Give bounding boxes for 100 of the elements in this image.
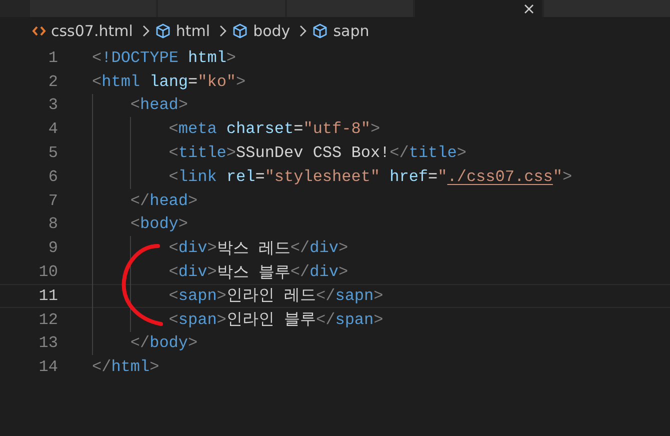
line-number: 5 bbox=[47, 144, 58, 162]
code-bracket: > bbox=[188, 192, 198, 210]
code-tag: sapn bbox=[178, 286, 217, 305]
code-tag: head bbox=[150, 192, 188, 210]
code-tag: div bbox=[310, 239, 338, 258]
code-tag: meta bbox=[178, 120, 217, 138]
code-bracket: </ bbox=[290, 263, 310, 282]
line-number: 10 bbox=[38, 263, 58, 282]
code-tag: title bbox=[408, 144, 457, 162]
code-text: 인라인 블루 bbox=[226, 310, 316, 330]
code-bracket: </ bbox=[316, 286, 336, 305]
code-bracket: < bbox=[168, 239, 178, 258]
code-tag: !DOCTYPE bbox=[102, 48, 178, 67]
cube-icon bbox=[232, 23, 248, 39]
chevron-right-icon bbox=[142, 25, 150, 37]
code-bracket: </ bbox=[130, 334, 150, 352]
code-attribute: rel bbox=[226, 168, 256, 186]
code-text: = bbox=[188, 72, 198, 91]
code-string: "ko" bbox=[198, 72, 236, 91]
line-number: 4 bbox=[47, 120, 58, 138]
code-bracket: > bbox=[370, 120, 380, 138]
line-number: 7 bbox=[47, 192, 58, 210]
line-number: 12 bbox=[38, 310, 58, 329]
code-bracket: < bbox=[168, 286, 178, 305]
code-tag: div bbox=[178, 263, 208, 282]
line-number: 13 bbox=[38, 334, 58, 352]
code-bracket: > bbox=[562, 168, 572, 186]
breadcrumb-item[interactable]: css07.html bbox=[51, 22, 133, 40]
code-text: 박스 블루 bbox=[216, 262, 290, 283]
code-string: "utf-8" bbox=[303, 120, 370, 138]
code-text: = bbox=[428, 168, 438, 186]
code-tag: html bbox=[111, 358, 150, 376]
code-bracket: </ bbox=[290, 239, 310, 258]
code-bracket: </ bbox=[390, 144, 409, 162]
chevron-right-icon bbox=[299, 25, 308, 37]
code-attribute: href bbox=[390, 168, 428, 186]
code-tag: body bbox=[150, 334, 188, 352]
code-bracket: < bbox=[168, 310, 178, 329]
code-bracket: > bbox=[374, 310, 384, 329]
code-bracket: < bbox=[168, 168, 178, 186]
code-bracket: < bbox=[168, 120, 178, 138]
line-number: 2 bbox=[47, 72, 58, 91]
code-tag: title bbox=[178, 144, 226, 162]
code-link[interactable]: ./css07.css bbox=[447, 168, 553, 186]
code-attribute: html bbox=[188, 48, 226, 67]
code-bracket: > bbox=[338, 239, 348, 258]
code-bracket: > bbox=[226, 48, 236, 67]
code-tag: head bbox=[140, 96, 178, 114]
code-text: 박스 레드 bbox=[216, 238, 290, 259]
code-bracket: < bbox=[92, 48, 102, 67]
code-bracket: > bbox=[456, 144, 466, 162]
code-bracket: > bbox=[374, 286, 384, 305]
code-tag: div bbox=[178, 239, 208, 258]
code-bracket: > bbox=[236, 72, 246, 91]
code-attribute: charset bbox=[226, 120, 294, 138]
line-number: 6 bbox=[47, 168, 58, 186]
code-tag: div bbox=[310, 263, 338, 282]
code-text: = bbox=[294, 120, 304, 138]
code-bracket: > bbox=[178, 96, 188, 114]
code-bracket: < bbox=[92, 72, 102, 91]
line-number: 1 bbox=[47, 48, 58, 67]
breadcrumb-item[interactable]: sapn bbox=[333, 22, 370, 40]
line-number: 11 bbox=[38, 286, 58, 305]
code-bracket: > bbox=[178, 215, 188, 234]
code-bracket: </ bbox=[316, 310, 336, 329]
code-string: "stylesheet" bbox=[264, 168, 380, 186]
code-text: 인라인 레드 bbox=[226, 286, 316, 306]
code-string: " bbox=[552, 168, 562, 186]
code-bracket: > bbox=[216, 286, 226, 305]
line-number: 14 bbox=[38, 358, 58, 376]
code-bracket: > bbox=[207, 263, 217, 282]
code-bracket: > bbox=[216, 310, 226, 329]
code-bracket: </ bbox=[92, 358, 112, 376]
code-text: = bbox=[255, 168, 265, 186]
code-bracket: < bbox=[168, 144, 178, 162]
code-attribute: lang bbox=[150, 72, 188, 91]
breadcrumb-item[interactable]: html bbox=[176, 22, 210, 40]
code-bracket: < bbox=[130, 215, 140, 234]
chevron-right-icon bbox=[219, 25, 228, 37]
code-bracket: </ bbox=[130, 192, 150, 210]
code-bracket: > bbox=[188, 334, 198, 352]
code-text: SSunDev CSS Box! bbox=[236, 144, 390, 162]
cube-icon bbox=[154, 23, 171, 39]
code-bracket: < bbox=[130, 96, 140, 114]
code-tag: span bbox=[335, 310, 374, 329]
code-tag: link bbox=[178, 168, 217, 186]
code-file-icon bbox=[32, 25, 46, 37]
line-number: 9 bbox=[47, 239, 58, 258]
breadcrumb-item[interactable]: body bbox=[253, 22, 290, 40]
code-tag: sapn bbox=[335, 286, 374, 305]
code-tag: span bbox=[178, 310, 217, 329]
code-bracket: > bbox=[207, 239, 217, 258]
cube-icon bbox=[312, 23, 328, 39]
line-number: 8 bbox=[47, 215, 58, 234]
code-bracket: > bbox=[226, 144, 236, 162]
line-number: 3 bbox=[47, 96, 58, 114]
close-icon[interactable] bbox=[524, 4, 534, 14]
code-bracket: > bbox=[338, 263, 348, 282]
code-bracket: > bbox=[150, 358, 160, 376]
code-string: " bbox=[438, 168, 448, 186]
